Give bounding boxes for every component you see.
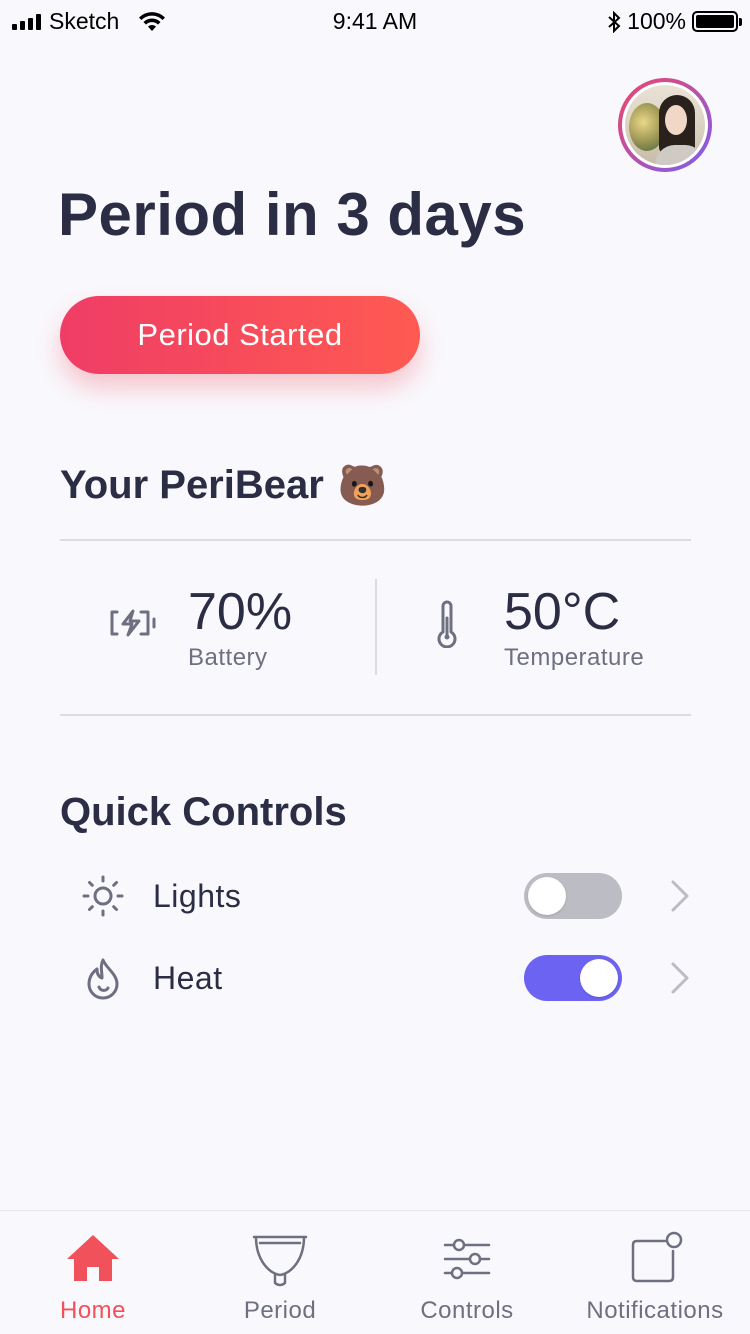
battery-icon [692, 11, 742, 32]
tab-label-home: Home [59, 1297, 127, 1324]
tab-bar: Home Period Controls Notifications [0, 1210, 750, 1334]
tab-period[interactable]: Period [230, 1211, 330, 1334]
battery-label: Battery [188, 644, 268, 671]
tab-controls[interactable]: Controls [412, 1211, 522, 1334]
battery-percent: 100% [627, 8, 686, 34]
sun-icon [82, 875, 124, 917]
status-right: 100% [607, 8, 742, 35]
temperature-value: 50°C [504, 583, 621, 641]
avatar[interactable] [618, 78, 712, 172]
sliders-icon [443, 1238, 491, 1280]
divider-bottom [60, 714, 691, 716]
quick-controls-title: Quick Controls [60, 790, 347, 834]
tab-notifications[interactable]: Notifications [575, 1211, 735, 1334]
lights-toggle[interactable] [524, 873, 622, 919]
control-row-heat[interactable]: Heat [80, 948, 700, 1008]
control-row-lights[interactable]: Lights [80, 866, 700, 926]
divider-top [60, 539, 691, 541]
bluetooth-icon [608, 10, 621, 33]
temperature-stat: 50°C Temperature [424, 584, 644, 672]
control-label-lights: Lights [153, 877, 242, 914]
stat-separator [375, 579, 377, 675]
thermometer-icon [437, 600, 457, 648]
battery-value: 70% [188, 583, 293, 641]
bear-emoji: 🐻 [337, 464, 388, 508]
tab-label-notifications: Notifications [586, 1297, 724, 1324]
battery-charging-icon [110, 609, 156, 637]
control-label-heat: Heat [153, 959, 223, 996]
status-bar: Sketch 9:41 AM 100% [0, 0, 750, 40]
battery-stat: 70% Battery [108, 584, 292, 672]
tab-home[interactable]: Home [43, 1211, 143, 1334]
home-icon [67, 1235, 119, 1281]
tab-label-controls: Controls [420, 1297, 514, 1324]
chevron-right-icon[interactable] [668, 879, 692, 913]
device-title: Your PeriBear [60, 463, 324, 507]
temperature-label: Temperature [504, 644, 645, 671]
heat-toggle[interactable] [524, 955, 622, 1001]
period-started-button[interactable]: Period Started [60, 296, 420, 374]
cup-icon [252, 1235, 308, 1287]
notification-icon [631, 1231, 683, 1283]
chevron-right-icon[interactable] [668, 961, 692, 995]
avatar-photo [625, 85, 705, 165]
tab-label-period: Period [243, 1297, 317, 1324]
flame-icon [87, 958, 119, 1000]
page-title: Period in 3 days [58, 181, 527, 248]
home-screen: Sketch 9:41 AM 100% Period in 3 days Per… [0, 0, 750, 1334]
device-section-title: Your PeriBear 🐻 [60, 462, 388, 509]
